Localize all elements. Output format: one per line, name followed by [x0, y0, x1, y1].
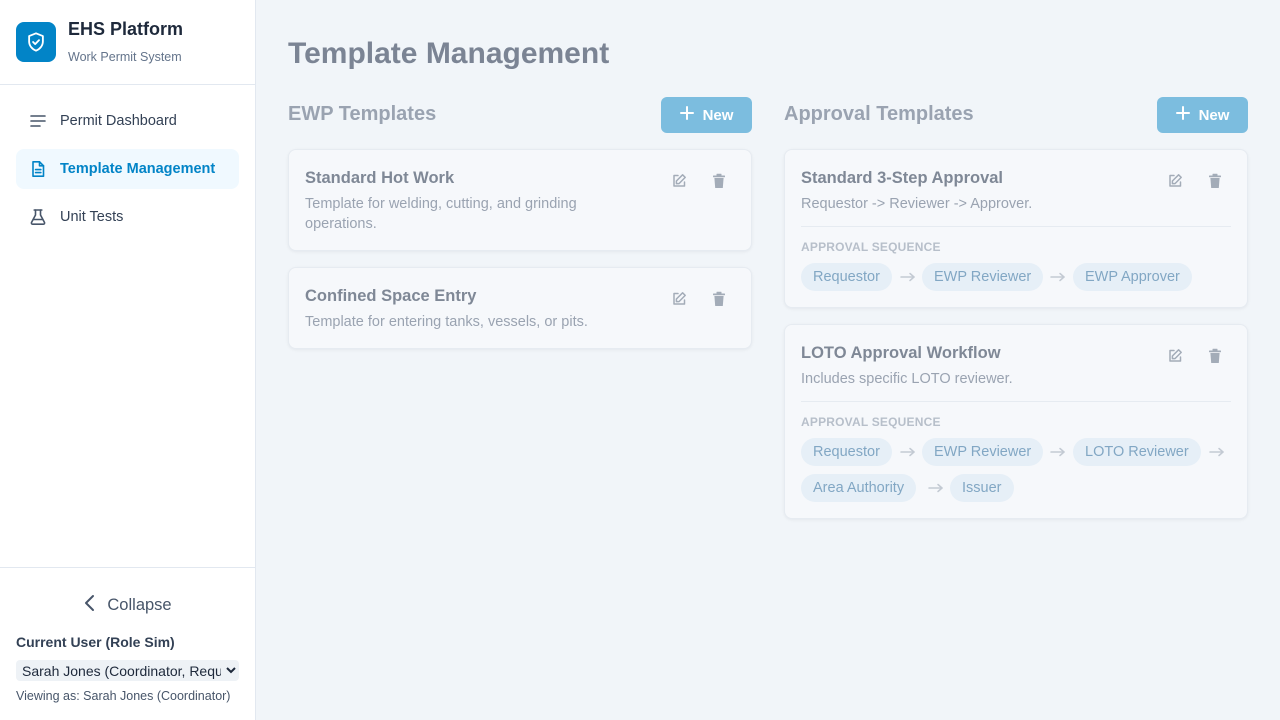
template-description: Template for welding, cutting, and grind…	[305, 194, 577, 234]
arrow-right-icon	[928, 483, 943, 493]
edit-icon	[1167, 173, 1183, 194]
sequence-step-chip: Requestor	[801, 263, 892, 291]
sidebar-item-label: Template Management	[60, 161, 216, 177]
app-title: EHS Platform	[68, 19, 184, 39]
beaker-icon	[28, 207, 48, 227]
trash-icon	[1208, 348, 1222, 369]
sidebar-footer: Collapse Current User (Role Sim) Sarah J…	[0, 567, 255, 720]
template-title: LOTO Approval Workflow	[801, 344, 1001, 362]
delete-template-button[interactable]	[1206, 348, 1224, 369]
edit-template-button[interactable]	[1166, 348, 1184, 369]
new-button-label: New	[702, 106, 734, 124]
new-button-label: New	[1198, 106, 1230, 124]
template-title: Standard 3-Step Approval	[801, 169, 1004, 187]
sequence-step-chip: EWP Approver	[1073, 263, 1192, 291]
current-user-select[interactable]: Sarah Jones (Coordinator, Requestor)	[16, 660, 239, 681]
plus-icon	[1175, 105, 1190, 125]
arrow-right-icon	[900, 447, 915, 457]
sequence-step-chip: Issuer	[950, 474, 1014, 502]
brand-header: EHS Platform Work Permit System	[0, 0, 255, 85]
sequence-step-chip: Requestor	[801, 438, 892, 466]
page-title: Template Management	[288, 37, 610, 70]
ewp-template-card[interactable]: Standard Hot Work Template for welding, …	[288, 149, 752, 251]
approval-template-card[interactable]: Standard 3-Step Approval Requestor -> Re…	[784, 149, 1248, 308]
sidebar-nav: Permit Dashboard Template Management Uni…	[16, 101, 239, 245]
trash-icon	[712, 173, 726, 194]
arrow-right-icon	[1050, 447, 1065, 457]
template-description: Includes specific LOTO reviewer.	[801, 371, 1013, 387]
chevron-left-icon	[83, 594, 97, 617]
ewp-template-card[interactable]: Confined Space Entry Template for enteri…	[288, 267, 752, 349]
sidebar-item-template-management[interactable]: Template Management	[16, 149, 239, 189]
delete-template-button[interactable]	[710, 173, 728, 194]
sidebar-item-label: Unit Tests	[60, 209, 124, 225]
template-description: Requestor -> Reviewer -> Approver.	[801, 196, 1033, 212]
new-ewp-template-button[interactable]: New	[661, 97, 752, 133]
sidebar-item-unit-tests[interactable]: Unit Tests	[16, 197, 239, 237]
card-divider	[801, 226, 1231, 227]
template-title: Standard Hot Work	[305, 169, 455, 187]
arrow-right-icon	[1209, 447, 1224, 457]
approval-sequence-label: APPROVAL SEQUENCE	[801, 240, 941, 254]
approval-sequence-label: APPROVAL SEQUENCE	[801, 415, 941, 429]
trash-icon	[712, 291, 726, 312]
sequence-step-chip: EWP Reviewer	[922, 438, 1044, 466]
plus-icon	[679, 105, 694, 125]
edit-template-button[interactable]	[1166, 173, 1184, 194]
sidebar-item-permit-dashboard[interactable]: Permit Dashboard	[16, 101, 239, 141]
approval-template-card[interactable]: LOTO Approval Workflow Includes specific…	[784, 324, 1248, 519]
collapse-button[interactable]: Collapse	[0, 592, 255, 618]
edit-template-button[interactable]	[670, 173, 688, 194]
trash-icon	[1208, 173, 1222, 194]
new-approval-template-button[interactable]: New	[1157, 97, 1248, 133]
current-user-label: Current User (Role Sim)	[16, 634, 175, 650]
document-icon	[28, 159, 48, 179]
viewing-as-text: Viewing as: Sarah Jones (Coordinator)	[16, 689, 231, 703]
template-description-line: Template for welding, cutting, and grind…	[305, 196, 577, 212]
arrow-right-icon	[1050, 272, 1065, 282]
template-title: Confined Space Entry	[305, 287, 477, 305]
sidebar-item-label: Permit Dashboard	[60, 113, 177, 129]
edit-icon	[671, 173, 687, 194]
sidebar: EHS Platform Work Permit System Permit D…	[0, 0, 256, 720]
sequence-step-chip: LOTO Reviewer	[1073, 438, 1201, 466]
delete-template-button[interactable]	[1206, 173, 1224, 194]
edit-template-button[interactable]	[670, 291, 688, 312]
card-divider	[801, 401, 1231, 402]
template-description-line: operations.	[305, 216, 377, 232]
delete-template-button[interactable]	[710, 291, 728, 312]
template-description: Template for entering tanks, vessels, or…	[305, 314, 588, 330]
sequence-step-chip: Area Authority	[801, 474, 917, 502]
arrow-right-icon	[900, 272, 915, 282]
collapse-label: Collapse	[107, 595, 172, 614]
ewp-templates-heading: EWP Templates	[288, 103, 437, 125]
list-icon	[28, 111, 48, 131]
edit-icon	[671, 291, 687, 312]
sequence-step-chip: EWP Reviewer	[922, 263, 1044, 291]
approval-templates-heading: Approval Templates	[784, 103, 974, 125]
app-subtitle: Work Permit System	[68, 50, 182, 64]
shield-check-icon	[16, 22, 56, 62]
edit-icon	[1167, 348, 1183, 369]
